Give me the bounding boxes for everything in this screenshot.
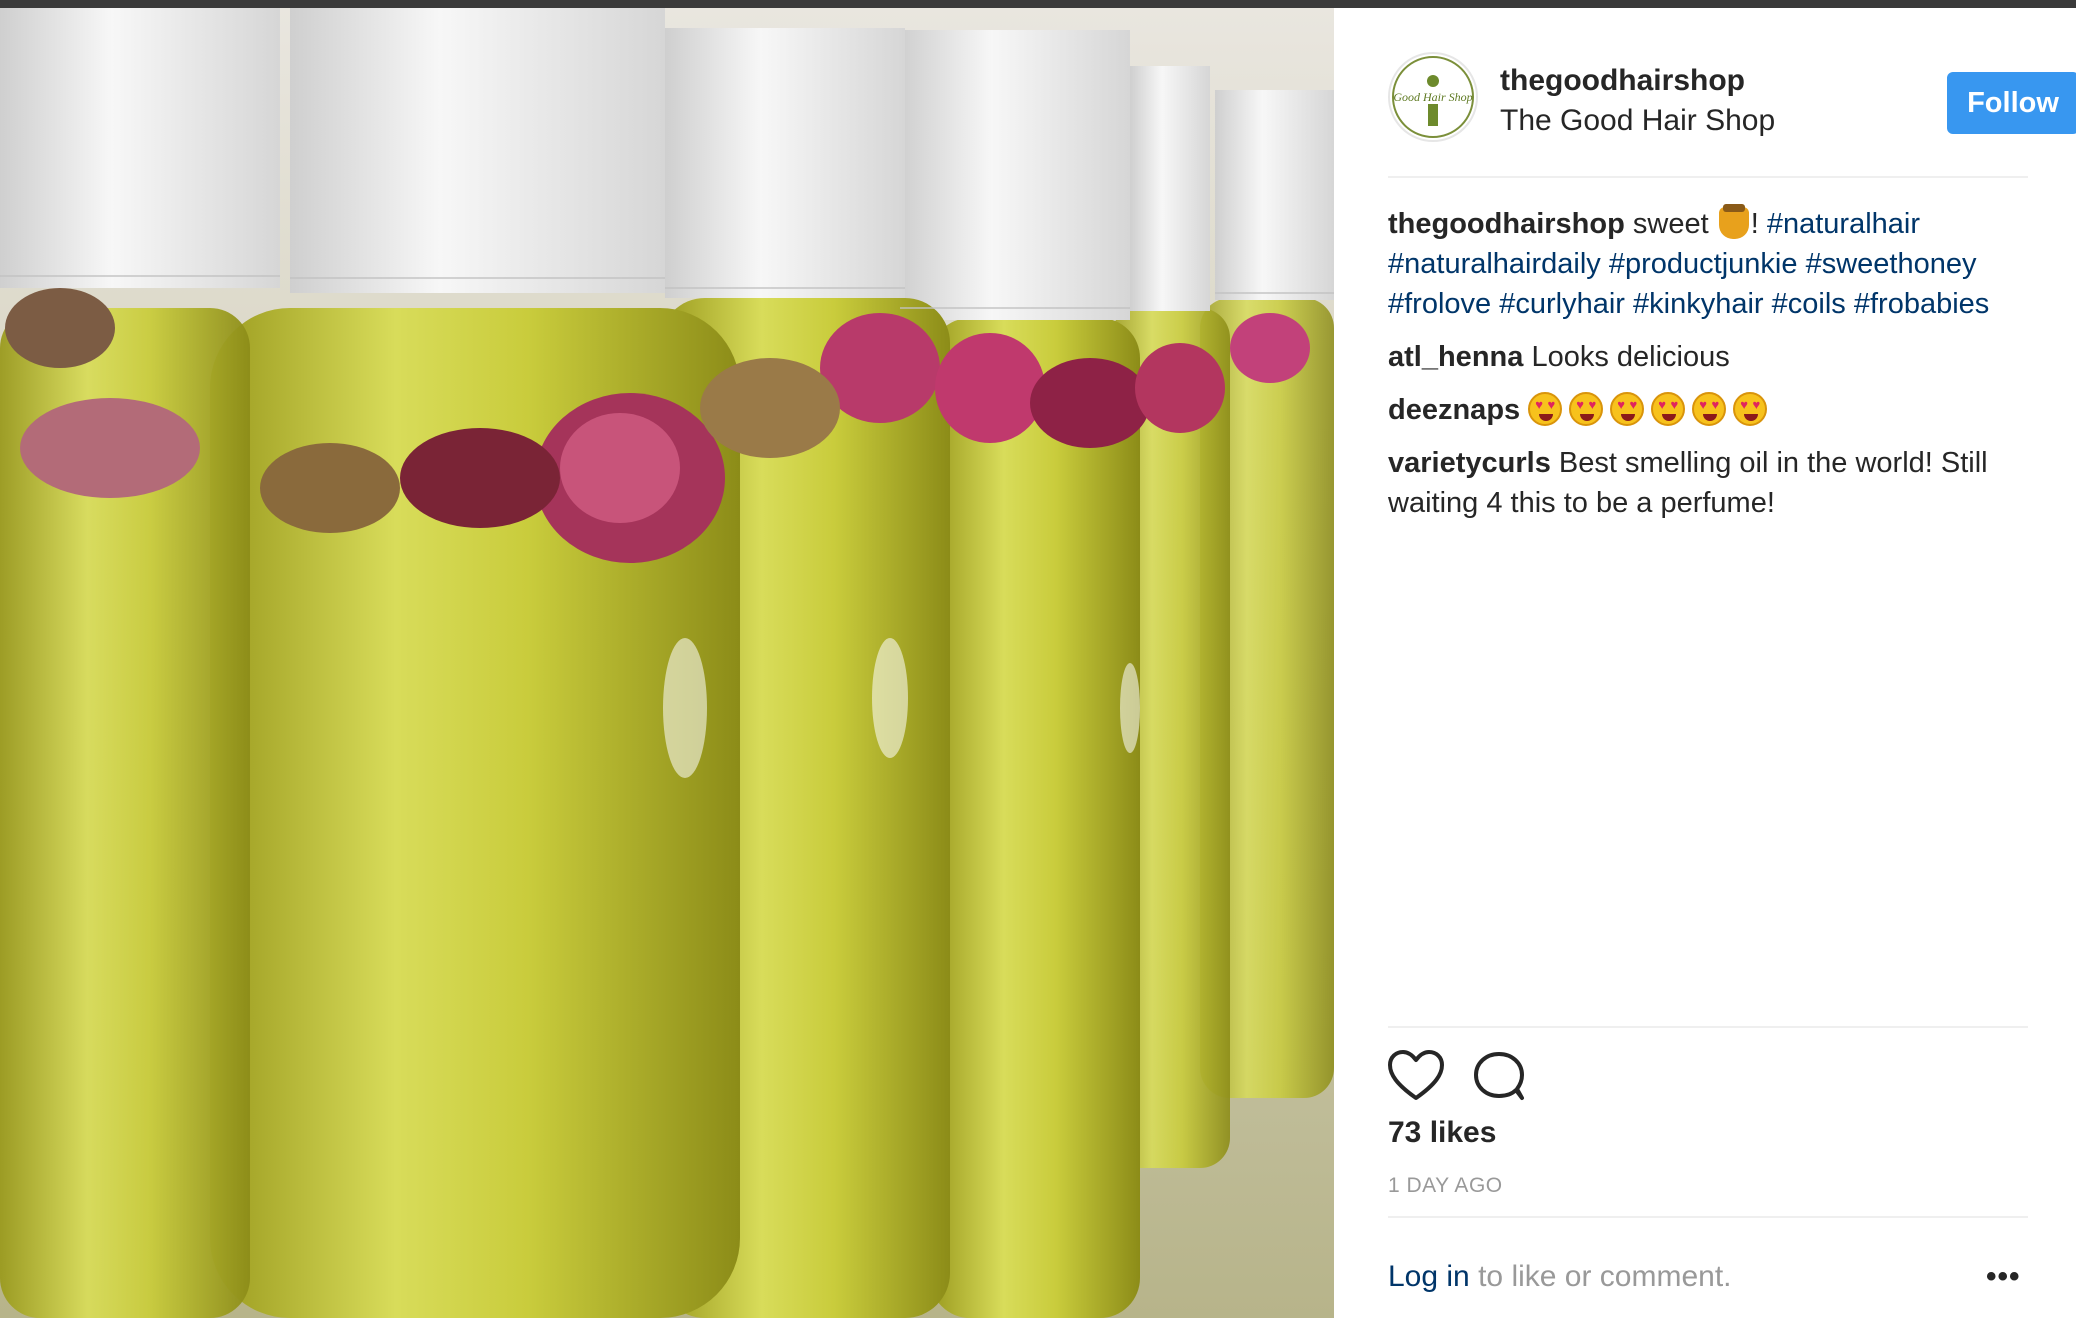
comment-username[interactable]: deeznaps [1388, 394, 1520, 426]
footer-divider [1388, 1216, 2028, 1218]
heart-eyes-emoji [1528, 392, 1563, 426]
comment-username[interactable]: varietycurls [1388, 447, 1551, 479]
login-prompt-text: to like or comment. [1469, 1260, 1732, 1293]
honey-pot-emoji [1718, 204, 1749, 239]
author-username[interactable]: thegoodhairshop [1500, 64, 1745, 98]
hashtag-link[interactable]: #sweethoney [1806, 248, 1977, 280]
hashtag-link[interactable]: #naturalhair [1767, 208, 1920, 240]
follow-button[interactable]: Follow [1947, 72, 2076, 134]
author-full-name: The Good Hair Shop [1500, 104, 1776, 137]
more-options-icon[interactable]: ••• [1986, 1260, 2021, 1294]
comment-icon[interactable] [1472, 1050, 1528, 1102]
hashtag-link[interactable]: #kinkyhair [1633, 288, 1764, 320]
avatar[interactable]: Good Hair Shop [1388, 52, 1478, 142]
avatar-logo-text: Good Hair Shop [1393, 90, 1472, 104]
caption-text: sweet [1632, 208, 1709, 240]
comment-item: atl_henna Looks delicious [1388, 337, 2028, 377]
hashtag-link[interactable]: #productjunkie [1609, 248, 1798, 280]
hashtag-link[interactable]: #naturalhairdaily [1388, 248, 1601, 280]
comment-item: deeznaps [1388, 390, 2028, 430]
post-photo[interactable] [0, 8, 1334, 1318]
comment-item: varietycurls Best smelling oil in the wo… [1388, 443, 2028, 523]
caption-punct: ! [1750, 208, 1759, 240]
comments-list: thegoodhairshop sweet ! #naturalhair #na… [1388, 204, 2028, 536]
post-date: 1 DAY AGO [1388, 1174, 1503, 1197]
header-divider [1388, 176, 2028, 178]
heart-eyes-emoji [1651, 392, 1686, 426]
actions-divider [1388, 1026, 2028, 1028]
login-prompt: Log in to like or comment. [1388, 1260, 1732, 1294]
caption: thegoodhairshop sweet ! #naturalhair #na… [1388, 204, 2028, 324]
post-sidebar: Good Hair Shop thegoodhairshop The Good … [1334, 8, 2076, 1318]
hashtag-link[interactable]: #curlyhair [1499, 288, 1625, 320]
heart-eyes-emoji [1692, 392, 1727, 426]
caption-username[interactable]: thegoodhairshop [1388, 208, 1625, 240]
hashtag-link[interactable]: #frolove [1388, 288, 1491, 320]
browser-top-strip [0, 0, 2076, 8]
hashtag-link[interactable]: #frobabies [1854, 288, 1989, 320]
comment-username[interactable]: atl_henna [1388, 341, 1523, 373]
hashtag-link[interactable]: #coils [1772, 288, 1846, 320]
heart-eyes-emoji [1733, 392, 1768, 426]
likes-count[interactable]: 73 likes [1388, 1116, 1496, 1150]
oil-bottles-image [0, 8, 1334, 1318]
heart-eyes-emoji [1610, 392, 1645, 426]
login-link[interactable]: Log in [1388, 1260, 1470, 1293]
post-header: Good Hair Shop thegoodhairshop The Good … [1388, 52, 2076, 152]
post-actions [1388, 1046, 2028, 1106]
comment-text: Looks delicious [1531, 341, 1730, 373]
heart-icon[interactable] [1388, 1050, 1444, 1102]
heart-eyes-emoji [1569, 392, 1604, 426]
